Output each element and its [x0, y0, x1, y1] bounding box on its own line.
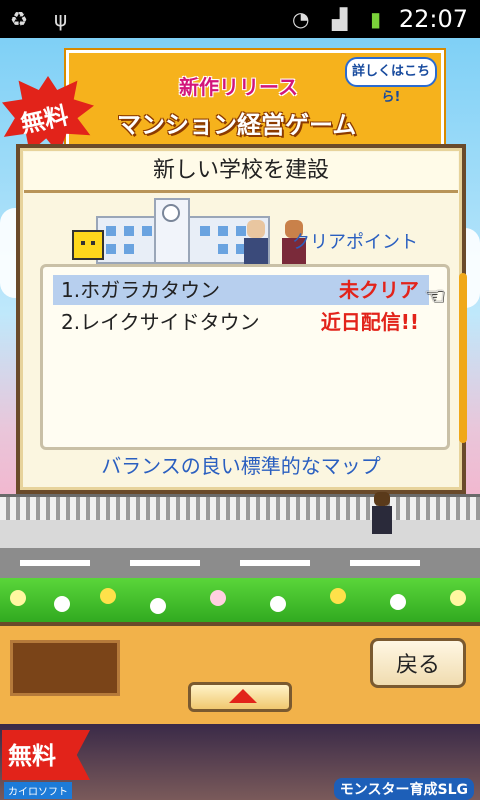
- list-item-map-1[interactable]: 1.ホガラカタウン 未クリア: [53, 275, 429, 305]
- banner-line1: 新作リリース: [179, 75, 298, 99]
- back-button[interactable]: 戻る: [370, 638, 466, 688]
- signal-icon: ▟: [332, 7, 348, 31]
- usb-icon: ψ: [54, 7, 68, 31]
- map-description: バランスの良い標準的なマップ: [101, 454, 381, 478]
- dialog-title: 新しい学校を建設: [24, 152, 458, 193]
- build-school-dialog: 新しい学校を建設 クリアポイント 1.ホガラカタウン 未クリア 2.レイクサイド…: [16, 144, 467, 494]
- battery-icon: ▮: [370, 7, 382, 31]
- pointer-hand-icon: ☜: [424, 282, 446, 310]
- clock: 22:07: [398, 5, 468, 33]
- ad-maker-label: カイロソフト: [4, 782, 72, 799]
- wifi-icon: ◔: [292, 7, 310, 31]
- expand-up-button[interactable]: [188, 682, 292, 712]
- ad-banner-bottom[interactable]: 無料 カイロソフト モンスター育成SLG: [0, 724, 480, 800]
- map-status: 未クリア: [339, 278, 419, 302]
- details-link[interactable]: 詳しくはこちら!: [345, 57, 437, 105]
- status-bar: ♻ ψ ◔ ▟ ▮ 22:07: [0, 0, 480, 38]
- ad-banner-top[interactable]: 新作リリース マンション経営ゲーム 詳しくはこちら!: [66, 50, 444, 152]
- clear-points-label: クリアポイント: [292, 232, 418, 253]
- road: [0, 548, 480, 578]
- kairobot-mascot-icon: [72, 230, 104, 260]
- student-sprite-icon: [370, 492, 394, 534]
- banner-line2: マンション経営ゲーム: [117, 111, 357, 139]
- map-status: 近日配信!!: [320, 310, 419, 334]
- sidewalk: [0, 520, 480, 550]
- list-item-map-2[interactable]: 2.レイクサイドタウン 近日配信!!: [53, 307, 429, 337]
- recycle-icon: ♻: [10, 7, 28, 31]
- scrollbar[interactable]: [459, 273, 467, 443]
- ad-genre-label: モンスター育成SLG: [333, 778, 474, 800]
- arrow-up-icon: [229, 689, 257, 703]
- control-panel: 戻る: [0, 622, 480, 728]
- map-list[interactable]: 1.ホガラカタウン 未クリア 2.レイクサイドタウン 近日配信!!: [40, 264, 467, 450]
- fence: [0, 494, 480, 523]
- money-display: [10, 640, 120, 696]
- flower-bed: [0, 578, 480, 624]
- principal-icon: [244, 220, 268, 264]
- map-name: 2.レイクサイドタウン: [61, 310, 260, 334]
- map-name: 1.ホガラカタウン: [61, 278, 221, 302]
- school-building-icon: [80, 198, 270, 264]
- ad-free-badge: 無料: [2, 730, 90, 780]
